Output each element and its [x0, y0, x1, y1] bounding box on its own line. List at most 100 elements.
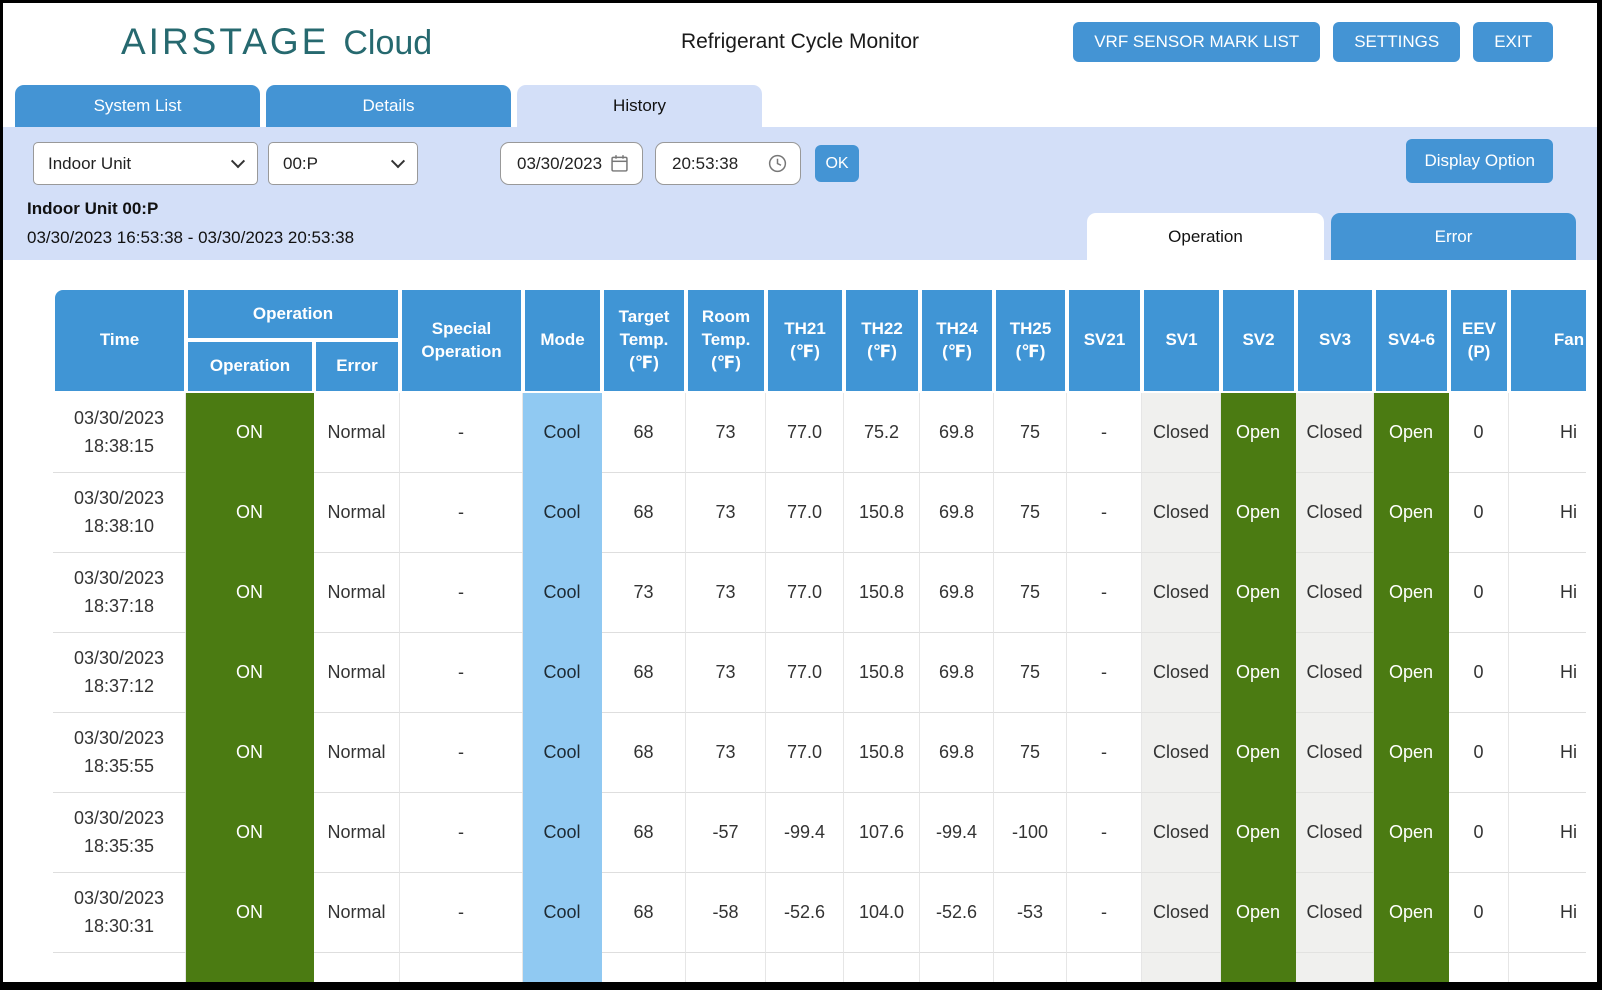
table-row: 03/30/2023 18:38:10ONNormal-Cool687377.0…	[53, 473, 1586, 553]
cell-sv21	[1067, 953, 1142, 985]
cell-sv21: -	[1067, 633, 1142, 713]
cell-th25: 75	[994, 393, 1067, 473]
cell-error: Normal	[314, 713, 400, 793]
cell-operation: ON	[186, 713, 314, 793]
tab-operation[interactable]: Operation	[1087, 213, 1324, 260]
vrf-sensor-mark-list-button[interactable]: VRF SENSOR MARK LIST	[1073, 22, 1320, 62]
tab-details[interactable]: Details	[266, 85, 511, 127]
cell-time: 03/30/2023 18:35:35	[53, 793, 186, 873]
cell-special_operation: -	[400, 633, 523, 713]
col-header-sv1: SV1	[1142, 288, 1221, 393]
cell-error: Normal	[314, 633, 400, 713]
cell-th25: -53	[994, 873, 1067, 953]
cell-th25	[994, 953, 1067, 985]
airstage-cloud-logo: AIRSTAGE Cloud	[121, 21, 432, 63]
cell-sv3: Closed	[1296, 473, 1374, 553]
date-input[interactable]: 03/30/2023	[500, 142, 643, 185]
tab-history[interactable]: History	[517, 85, 762, 127]
col-header-operation-group: Operation	[186, 288, 400, 340]
time-value: 20:53:38	[672, 154, 738, 174]
calendar-icon	[609, 153, 630, 174]
cell-sv1: Closed	[1142, 793, 1221, 873]
page-title: Refrigerant Cycle Monitor	[681, 30, 919, 54]
cell-fan	[1509, 953, 1586, 985]
settings-button[interactable]: SETTINGS	[1333, 22, 1460, 62]
cell-sv2: Open	[1221, 393, 1296, 473]
history-table-body: 03/30/2023 18:38:15ONNormal-Cool687377.0…	[53, 393, 1586, 985]
cell-target_temp: 68	[602, 793, 686, 873]
cell-special_operation: -	[400, 873, 523, 953]
selected-unit-label: Indoor Unit 00:P	[27, 199, 158, 219]
col-header-sv21: SV21	[1067, 288, 1142, 393]
cell-fan: Hi	[1509, 713, 1586, 793]
table-row: 03/30/2023 18:37:18ONNormal-Cool737377.0…	[53, 553, 1586, 633]
cell-th21: 77.0	[766, 393, 844, 473]
cell-sv21: -	[1067, 393, 1142, 473]
cell-sv1: Closed	[1142, 713, 1221, 793]
cell-room_temp: -57	[686, 793, 766, 873]
cell-sv21: -	[1067, 713, 1142, 793]
cell-fan: Hi	[1509, 553, 1586, 633]
cell-sv3: Closed	[1296, 793, 1374, 873]
cell-error: Normal	[314, 553, 400, 633]
chevron-down-icon	[231, 154, 245, 168]
cell-mode: Cool	[523, 473, 602, 553]
top-header: AIRSTAGE Cloud Refrigerant Cycle Monitor…	[3, 3, 1597, 81]
cell-operation: ON	[186, 633, 314, 713]
cell-operation: ON	[186, 553, 314, 633]
display-option-button[interactable]: Display Option	[1406, 139, 1553, 183]
cell-mode: Cool	[523, 713, 602, 793]
col-header-special-operation: Special Operation	[400, 288, 523, 393]
cell-sv3: Closed	[1296, 393, 1374, 473]
cell-eev	[1449, 953, 1509, 985]
cell-sv1: Closed	[1142, 473, 1221, 553]
cell-sv46: Open	[1374, 473, 1449, 553]
ok-button[interactable]: OK	[815, 145, 859, 182]
table-row: 03/30/2023 18:35:55ONNormal-Cool687377.0…	[53, 713, 1586, 793]
cell-th24	[920, 953, 994, 985]
cell-target_temp: 68	[602, 873, 686, 953]
cell-special_operation: -	[400, 473, 523, 553]
cell-room_temp: 73	[686, 713, 766, 793]
exit-button[interactable]: EXIT	[1473, 22, 1553, 62]
cell-time: 03/30/2023 18:30:31	[53, 873, 186, 953]
cell-sv46: Open	[1374, 793, 1449, 873]
cell-sv46: Open	[1374, 873, 1449, 953]
cell-mode: Cool	[523, 793, 602, 873]
chevron-down-icon	[391, 154, 405, 168]
cell-th22: 150.8	[844, 713, 920, 793]
table-row: ONCoolClosedOpenClosedOpen	[53, 953, 1586, 985]
cell-sv21: -	[1067, 793, 1142, 873]
col-header-sv3: SV3	[1296, 288, 1374, 393]
cell-th22: 75.2	[844, 393, 920, 473]
unit-type-select[interactable]: Indoor Unit	[33, 142, 258, 185]
cell-mode: Cool	[523, 393, 602, 473]
cell-special_operation: -	[400, 553, 523, 633]
logo-suffix: Cloud	[343, 24, 432, 63]
col-header-th22: TH22 (℉)	[844, 288, 920, 393]
cell-sv1: Closed	[1142, 553, 1221, 633]
cell-fan: Hi	[1509, 873, 1586, 953]
cell-error: Normal	[314, 873, 400, 953]
cell-eev: 0	[1449, 793, 1509, 873]
cell-target_temp: 68	[602, 713, 686, 793]
cell-th22: 150.8	[844, 633, 920, 713]
history-table-viewport[interactable]: Time Operation Special Operation Mode Ta…	[53, 288, 1586, 985]
cell-operation: ON	[186, 393, 314, 473]
tab-error[interactable]: Error	[1331, 213, 1576, 260]
content-area: Time Operation Special Operation Mode Ta…	[3, 260, 1597, 985]
col-header-eev: EEV (P)	[1449, 288, 1509, 393]
cell-th21	[766, 953, 844, 985]
cell-th21: 77.0	[766, 553, 844, 633]
unit-id-select[interactable]: 00:P	[268, 142, 418, 185]
cell-time: 03/30/2023 18:38:10	[53, 473, 186, 553]
tab-system-list[interactable]: System List	[15, 85, 260, 127]
table-row: 03/30/2023 18:30:31ONNormal-Cool68-58-52…	[53, 873, 1586, 953]
logo-brand: AIRSTAGE	[121, 21, 329, 63]
col-header-time: Time	[53, 288, 186, 393]
time-input[interactable]: 20:53:38	[655, 142, 801, 185]
cell-eev: 0	[1449, 393, 1509, 473]
cell-fan: Hi	[1509, 473, 1586, 553]
cell-time: 03/30/2023 18:35:55	[53, 713, 186, 793]
cell-sv1: Closed	[1142, 953, 1221, 985]
